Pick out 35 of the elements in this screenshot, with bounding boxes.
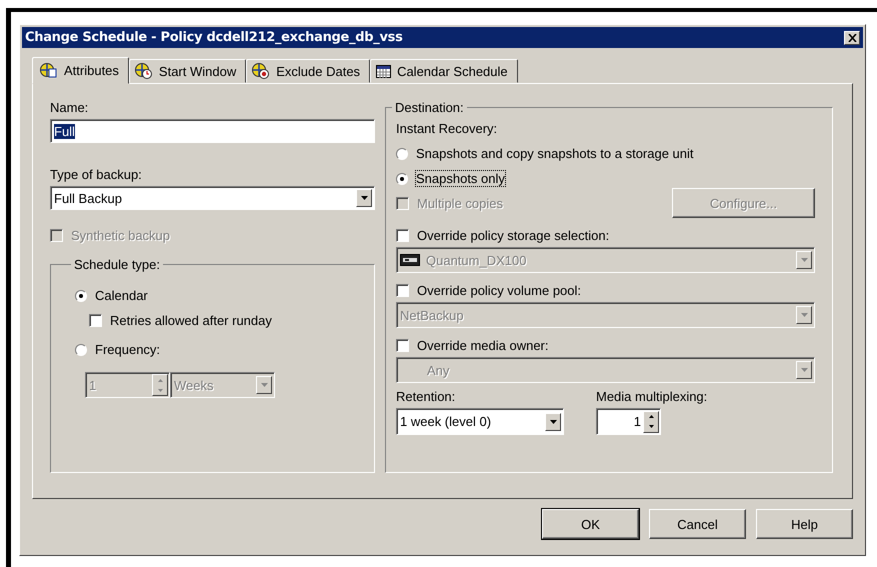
tab[interactable]: Attributes	[32, 57, 129, 84]
multiplexing-spinner[interactable]: 1	[596, 408, 661, 435]
frequency-radio[interactable]: Frequency:	[75, 342, 374, 357]
radio-button[interactable]	[396, 172, 408, 184]
radio-label[interactable]: Snapshots only	[416, 171, 505, 186]
window-title: Change Schedule - Policy dcdell212_exchange_db_vss	[25, 30, 403, 45]
tab[interactable]: Start Window	[128, 59, 246, 83]
radio-button[interactable]	[396, 148, 408, 160]
globe-icon	[40, 62, 58, 78]
section-label: Instant Recovery:	[396, 121, 498, 136]
radio-label[interactable]: Snapshots and copy snapshots to a storage unit	[416, 146, 694, 161]
close-icon	[848, 34, 856, 42]
field-label: Type of backup:	[50, 167, 143, 182]
dialog-button[interactable]: Cancel	[649, 509, 746, 539]
calendar-radio[interactable]: Calendar	[75, 288, 374, 303]
name-field[interactable]: Full	[50, 119, 375, 143]
tab[interactable]: Exclude Dates	[246, 59, 370, 83]
tape-drive-icon	[400, 254, 420, 266]
tab[interactable]: Calendar Schedule	[370, 59, 518, 83]
dialog-button[interactable]: OK	[542, 509, 639, 539]
spinner-arrows-icon	[152, 374, 168, 396]
globe-clock-icon	[134, 63, 153, 79]
retries-checkbox[interactable]: Retries allowed after runday	[89, 313, 374, 328]
spinner-arrows-icon	[643, 410, 659, 432]
field-label: Retention:	[396, 389, 456, 404]
globe-badge-icon	[252, 63, 270, 79]
backup-type-dropdown[interactable]: Full Backup	[50, 186, 375, 210]
group-title: Schedule type:	[73, 257, 162, 272]
field-label: Name:	[50, 100, 90, 115]
group-title: Destination:	[394, 100, 465, 115]
dialog-button[interactable]: Help	[756, 509, 853, 539]
field-label: Media multiplexing:	[596, 389, 708, 404]
close-button[interactable]	[844, 30, 860, 44]
retention-dropdown[interactable]: 1 week (level 0)	[396, 408, 564, 435]
calendar-icon	[376, 64, 392, 78]
